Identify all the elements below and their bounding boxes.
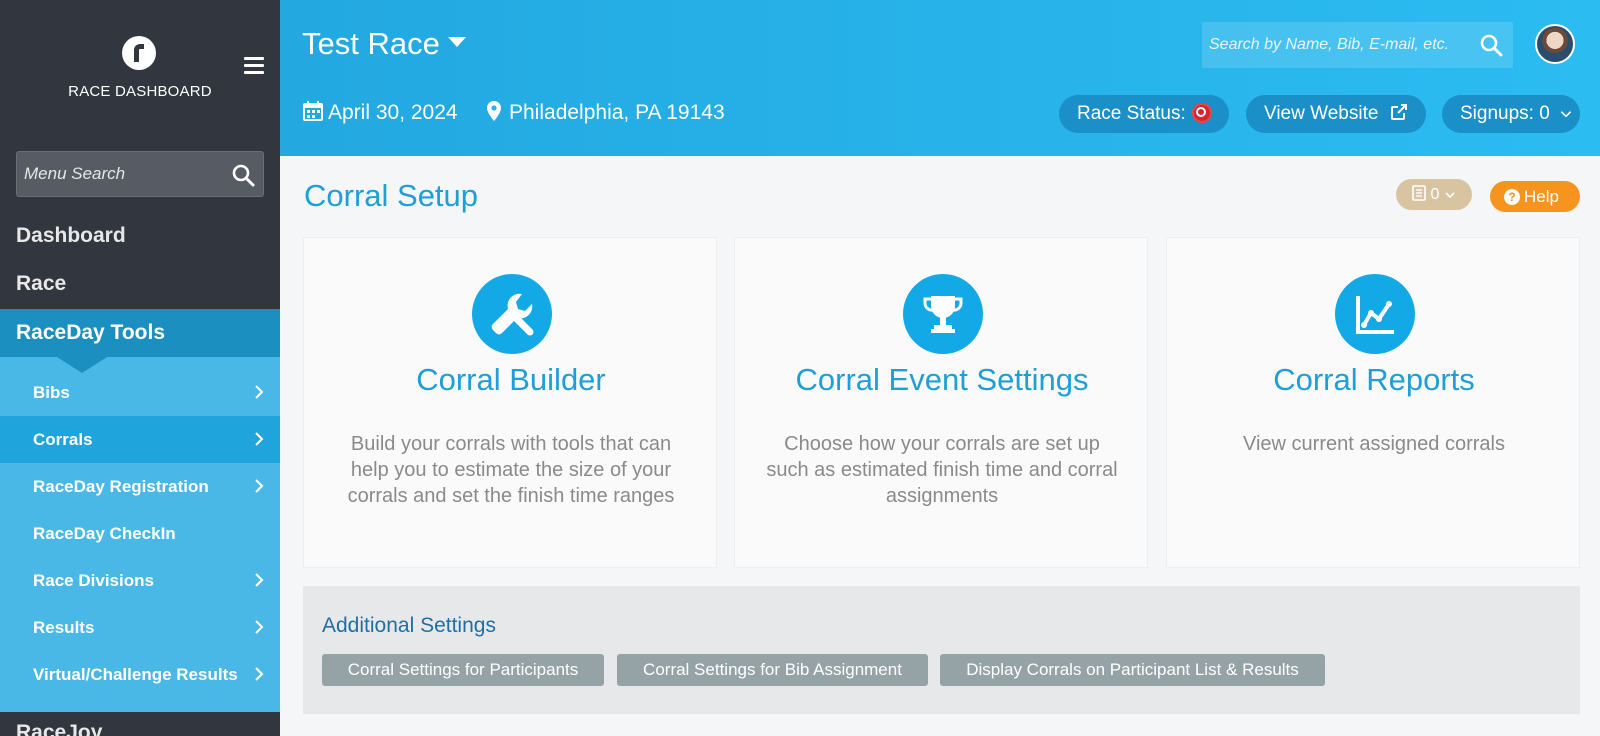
chevron-right-icon [255, 432, 264, 446]
signups-label: Signups: 0 [1460, 103, 1550, 124]
sidebar-item-label: Race Divisions [33, 571, 154, 590]
race-location: Philadelphia, PA 19143 [483, 100, 725, 125]
sidebar-item-label: Results [33, 618, 95, 637]
sidebar: RACE DASHBOARD Dashboard Race RaceDay To… [0, 0, 280, 736]
display-corrals-button[interactable]: Display Corrals on Participant List & Re… [940, 654, 1325, 686]
chart-icon [1335, 274, 1415, 354]
global-search-input[interactable] [1202, 22, 1472, 68]
map-pin-icon [487, 101, 501, 121]
page-title: Corral Setup [304, 178, 479, 213]
search-icon[interactable] [1479, 33, 1503, 57]
card-title[interactable]: Corral Event Settings [735, 362, 1149, 398]
sidebar-item-results[interactable]: Results [0, 604, 280, 651]
view-website-button[interactable]: View Website [1246, 95, 1426, 133]
chevron-right-icon [255, 667, 264, 681]
sidebar-item-label: Bibs [33, 383, 70, 402]
sidebar-item-race-divisions[interactable]: Race Divisions [0, 557, 280, 604]
brand-title: RACE DASHBOARD [68, 83, 212, 100]
raceday-tools-submenu: Bibs Corrals RaceDay Registration RaceDa… [0, 357, 280, 712]
race-logo-icon[interactable] [122, 36, 156, 70]
sidebar-item-label: Virtual/Challenge Results [33, 665, 238, 684]
view-website-label: View Website [1264, 103, 1379, 124]
user-avatar[interactable] [1535, 24, 1575, 64]
menu-search-box [16, 151, 264, 197]
sidebar-item-race[interactable]: Race [16, 272, 66, 296]
sidebar-item-bibs[interactable]: Bibs [0, 369, 280, 416]
race-name: Test Race [302, 26, 440, 61]
card-description: Build your corrals with tools that can h… [347, 433, 675, 507]
sidebar-brand: RACE DASHBOARD [0, 0, 280, 140]
chevron-right-icon [255, 573, 264, 587]
notes-count: 0 [1430, 186, 1440, 203]
card-description: Choose how your corrals are set up such … [766, 433, 1118, 507]
sidebar-item-label: RaceDay Tools [16, 321, 165, 344]
card-title[interactable]: Corral Reports [1167, 362, 1581, 398]
menu-search-input[interactable] [17, 152, 217, 196]
help-label: Help [1524, 187, 1559, 206]
chevron-right-icon [255, 479, 264, 493]
search-icon[interactable] [231, 163, 255, 187]
race-date-text: April 30, 2024 [328, 101, 458, 124]
question-icon: ? [1504, 189, 1520, 205]
card-description: View current assigned corrals [1243, 433, 1505, 455]
active-caret-icon [57, 357, 107, 373]
race-status-button[interactable]: Race Status: [1059, 95, 1229, 133]
corral-settings-participants-button[interactable]: Corral Settings for Participants [322, 654, 604, 686]
trophy-icon [903, 274, 983, 354]
global-search-box [1202, 22, 1513, 68]
status-off-icon [1191, 103, 1212, 123]
notes-dropdown-button[interactable]: 0 [1396, 179, 1472, 210]
wrench-icon [472, 274, 552, 354]
sidebar-item-label: RaceDay CheckIn [33, 524, 176, 543]
notes-icon [1412, 185, 1426, 201]
chevron-down-icon [1445, 192, 1455, 199]
sidebar-item-label: Corrals [33, 430, 93, 449]
sidebar-item-dashboard[interactable]: Dashboard [16, 224, 126, 248]
card-title[interactable]: Corral Builder [304, 362, 718, 398]
additional-settings-panel: Additional Settings Corral Settings for … [303, 586, 1580, 714]
corral-builder-card[interactable]: Corral Builder Build your corrals with t… [303, 237, 717, 568]
caret-down-icon [447, 36, 466, 47]
signups-dropdown[interactable]: Signups: 0 [1442, 95, 1580, 133]
help-button[interactable]: ? Help [1490, 181, 1580, 212]
race-status-label: Race Status: [1077, 103, 1186, 124]
sidebar-item-label: RaceDay Registration [33, 477, 209, 496]
hamburger-menu-icon[interactable] [244, 57, 264, 75]
top-header: Test Race April 30, 2024 Philadelphia, P… [280, 0, 1600, 156]
sidebar-item-raceday-checkin[interactable]: RaceDay CheckIn [0, 510, 280, 557]
corral-settings-bib-assignment-button[interactable]: Corral Settings for Bib Assignment [617, 654, 928, 686]
calendar-icon [303, 101, 323, 121]
sidebar-item-virtual-challenge-results[interactable]: Virtual/Challenge Results [0, 651, 280, 698]
race-selector[interactable]: Test Race [302, 26, 466, 62]
race-location-text: Philadelphia, PA 19143 [509, 101, 725, 124]
chevron-down-icon [1560, 111, 1572, 118]
sidebar-item-raceday-registration[interactable]: RaceDay Registration [0, 463, 280, 510]
sidebar-item-corrals[interactable]: Corrals [0, 416, 280, 463]
corral-event-settings-card[interactable]: Corral Event Settings Choose how your co… [734, 237, 1148, 568]
additional-settings-title: Additional Settings [322, 614, 496, 637]
external-link-icon [1390, 104, 1407, 120]
chevron-right-icon [255, 620, 264, 634]
chevron-right-icon [255, 385, 264, 399]
corral-reports-card[interactable]: Corral Reports View current assigned cor… [1166, 237, 1580, 568]
race-date: April 30, 2024 [302, 100, 458, 125]
sidebar-item-racejoy[interactable]: RaceJoy [16, 721, 102, 736]
sidebar-item-raceday-tools[interactable]: RaceDay Tools [0, 309, 280, 373]
